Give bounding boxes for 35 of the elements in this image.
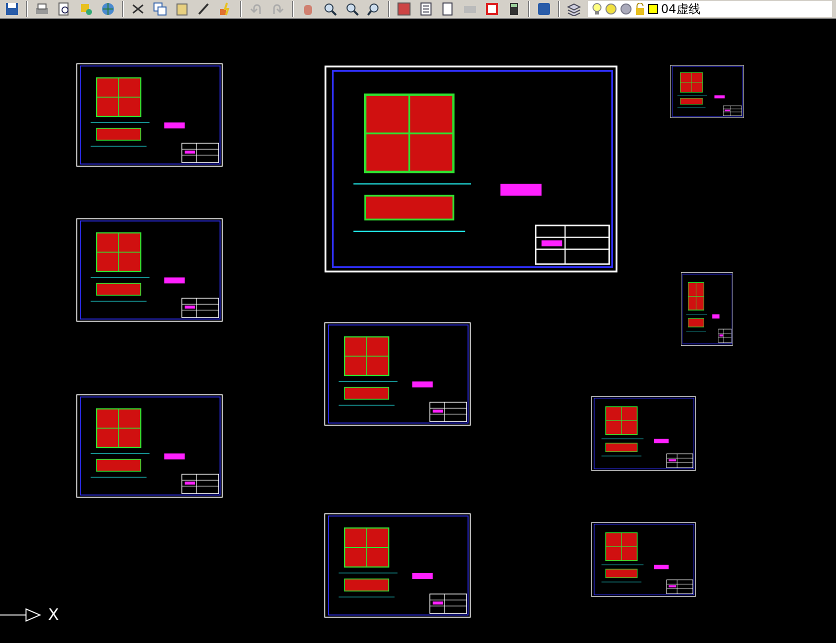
layers-button[interactable] [566, 1, 582, 17]
lock-icon [635, 3, 645, 15]
print-button[interactable] [34, 1, 50, 17]
globe-icon [101, 2, 115, 16]
calculator-icon [507, 2, 521, 16]
paste-icon [175, 2, 189, 16]
zoom-window-button[interactable] [344, 1, 360, 17]
document-icon [441, 2, 455, 16]
grid-icon [419, 2, 433, 16]
sun-icon [605, 3, 617, 15]
paste-button[interactable] [174, 1, 190, 17]
zoom-button[interactable] [322, 1, 338, 17]
layer-dropdown[interactable]: 04虚线 [588, 1, 832, 17]
undo-icon [249, 2, 263, 16]
layers-icon [567, 2, 581, 16]
redo-icon [271, 2, 285, 16]
globe-button[interactable] [100, 1, 116, 17]
zoom-previous-icon [367, 2, 381, 16]
zoom-icon [323, 2, 337, 16]
copy-icon [153, 2, 167, 16]
color-swatch-icon [648, 4, 658, 14]
ucs-arrow-icon [0, 608, 42, 622]
axis-label: X [48, 607, 59, 623]
zoom-window-icon [345, 2, 359, 16]
print-icon [35, 2, 49, 16]
layer-name: 04虚线 [661, 0, 700, 18]
grid-button[interactable] [418, 1, 434, 17]
stamp-icon [485, 2, 499, 16]
copy-button[interactable] [152, 1, 168, 17]
save-button[interactable] [4, 1, 20, 17]
bulb-icon [592, 3, 602, 15]
stamp-button[interactable] [484, 1, 500, 17]
publish-icon [79, 2, 93, 16]
save-icon [5, 2, 19, 16]
preview-icon [57, 2, 71, 16]
